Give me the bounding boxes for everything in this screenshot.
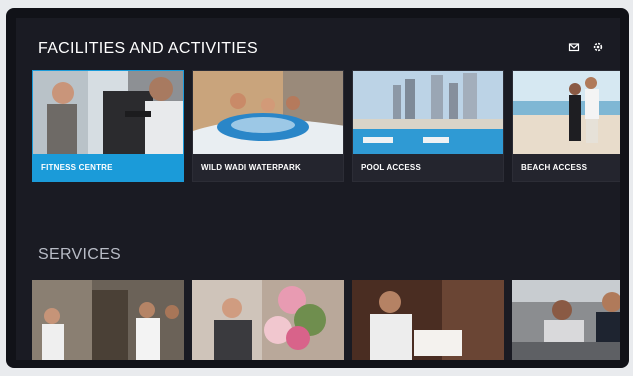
tile-beach-access[interactable]: BEACH ACCESS [512,70,620,182]
tile-label: FITNESS CENTRE [41,163,113,172]
tile-wild-wadi-waterpark[interactable]: WILD WADI WATERPARK [192,70,344,182]
fitness-centre-image [33,71,183,154]
services-title: SERVICES [38,246,122,263]
beach-image [513,71,620,154]
service-tile-reception[interactable] [32,280,184,360]
service-tile-chauffeur[interactable] [512,280,620,360]
reception-image [32,280,184,360]
waterpark-image [193,71,343,154]
chauffeur-image [512,280,620,360]
tile-pool-access[interactable]: POOL ACCESS [352,70,504,182]
tile-label: BEACH ACCESS [521,163,588,172]
tile-fitness-centre[interactable]: FITNESS CENTRE [32,70,184,182]
tv-screen: FACILITIES AND ACTIVITIES FITNESS CENTRE… [16,18,620,360]
services-row [32,280,620,360]
pool-image [353,71,503,154]
facilities-row: FITNESS CENTRE WILD WADI WATERPARK POOL … [32,70,620,182]
mail-icon[interactable] [568,40,580,52]
top-icons [568,40,604,52]
tile-label: POOL ACCESS [361,163,421,172]
facilities-title: FACILITIES AND ACTIVITIES [38,40,258,57]
service-tile-butler[interactable] [352,280,504,360]
gear-icon[interactable] [592,40,604,52]
florist-image [192,280,344,360]
service-tile-florist[interactable] [192,280,344,360]
butler-image [352,280,504,360]
tile-label: WILD WADI WATERPARK [201,163,301,172]
